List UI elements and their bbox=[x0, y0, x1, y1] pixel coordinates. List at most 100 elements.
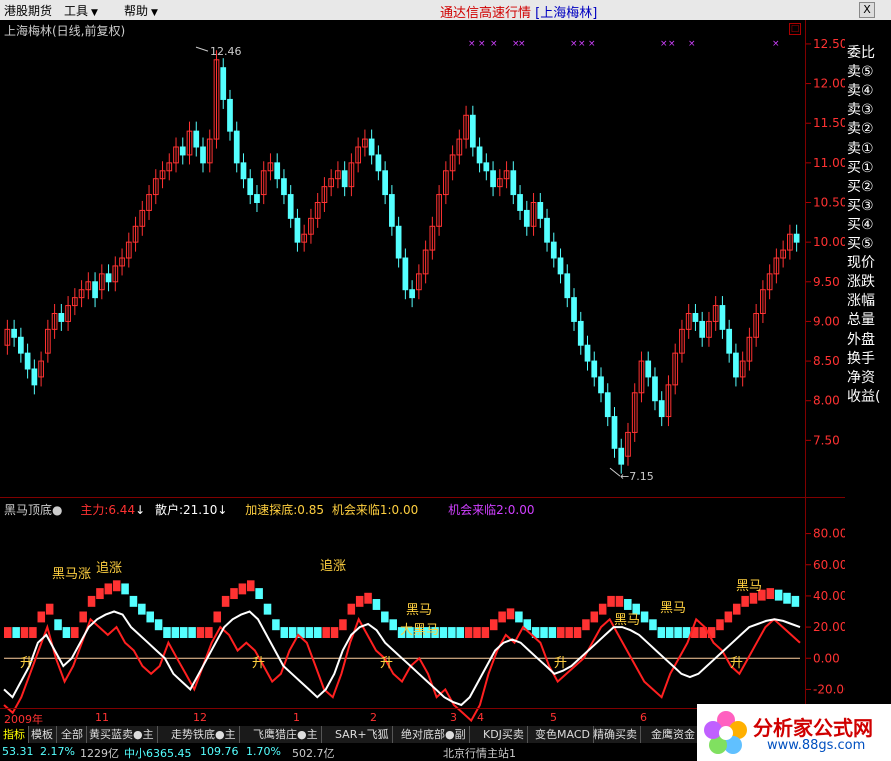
candle-body bbox=[719, 305, 726, 330]
y-tick-label: 12.00 bbox=[813, 77, 847, 91]
label-sheng: 升 bbox=[252, 656, 265, 671]
arrow-down-icon: ↓ bbox=[135, 503, 146, 517]
tab-1[interactable]: 模板 bbox=[28, 726, 57, 743]
tab-9[interactable]: 变色MACD bbox=[532, 726, 594, 743]
quote-field-11[interactable]: 现价 bbox=[847, 254, 887, 273]
tab-4[interactable]: 走势铁底●主 bbox=[168, 726, 240, 743]
jihui2-value: 机会来临2:0.00 bbox=[448, 503, 535, 517]
label-sheng: 升 bbox=[20, 656, 33, 671]
quote-field-8[interactable]: 买③ bbox=[847, 197, 887, 216]
trend-bar bbox=[71, 627, 79, 638]
candle-body bbox=[233, 130, 240, 164]
x-tick-label: 2009年 bbox=[4, 713, 43, 726]
candle-body bbox=[510, 170, 517, 196]
tab-7[interactable]: 绝对底部●副 bbox=[398, 726, 470, 743]
signal-mark: × bbox=[668, 39, 676, 49]
quote-field-12[interactable]: 涨跌 bbox=[847, 273, 887, 292]
trend-bar bbox=[515, 611, 523, 623]
sme-amount: 502.7亿 bbox=[292, 747, 335, 760]
tab-0[interactable]: 指标 bbox=[0, 726, 29, 743]
trend-bar bbox=[4, 627, 12, 638]
candle-body bbox=[200, 146, 206, 164]
quote-field-13[interactable]: 涨幅 bbox=[847, 292, 887, 311]
quote-field-5[interactable]: 卖① bbox=[847, 140, 887, 159]
candle-body bbox=[577, 320, 584, 346]
restore-button[interactable]: □ bbox=[789, 23, 801, 35]
quote-field-18[interactable]: 收益( bbox=[847, 388, 887, 407]
candle-body bbox=[645, 360, 652, 378]
candle-body bbox=[584, 344, 591, 362]
quote-field-15[interactable]: 外盘 bbox=[847, 331, 887, 350]
candle-body bbox=[564, 273, 571, 299]
tab-10[interactable]: 精确买卖 bbox=[590, 726, 641, 743]
trend-bar bbox=[724, 611, 733, 623]
quote-field-0[interactable]: 委比 bbox=[847, 44, 887, 63]
trend-bar bbox=[389, 619, 397, 631]
candle-body bbox=[523, 209, 530, 227]
tab-2[interactable]: 全部 bbox=[58, 726, 87, 743]
trend-bar bbox=[355, 595, 364, 607]
candle-body bbox=[18, 336, 24, 354]
indicator-chart: -20.000.0020.0040.0060.0080.00黑马涨 追涨 追涨黑马大… bbox=[3, 527, 852, 723]
trend-bar bbox=[79, 611, 87, 623]
quote-field-9[interactable]: 买④ bbox=[847, 216, 887, 235]
candle-body bbox=[483, 162, 490, 172]
indicator-name[interactable]: 黑马顶底● bbox=[4, 503, 62, 517]
trend-bar bbox=[339, 619, 347, 631]
trend-bar bbox=[364, 592, 372, 604]
trend-bar bbox=[263, 603, 272, 615]
quote-field-1[interactable]: 卖⑤ bbox=[847, 63, 887, 82]
trend-bar bbox=[146, 611, 154, 623]
quote-field-2[interactable]: 卖④ bbox=[847, 82, 887, 101]
candle-body bbox=[287, 194, 294, 219]
x-tick-label: 3 bbox=[450, 711, 457, 724]
tab-5[interactable]: 飞鹰猎庄●主 bbox=[250, 726, 322, 743]
trend-bar bbox=[783, 592, 791, 604]
trend-bar bbox=[464, 627, 473, 638]
y-tick-label: 20.00 bbox=[813, 620, 847, 634]
trend-bar bbox=[62, 627, 71, 638]
candle-body bbox=[254, 194, 260, 203]
trend-bar bbox=[129, 595, 138, 607]
y-tick-label: 0.00 bbox=[813, 651, 840, 665]
candle-body bbox=[281, 178, 287, 196]
logo-text: 分析家公式网 bbox=[753, 716, 873, 740]
indicator-tabs: 指标 模板 全部 黄买蓝卖●主 走势铁底●主 飞鹰猎庄●主 SAR+飞狐 绝对底部●副 KDJ买… bbox=[0, 726, 700, 743]
trend-bar bbox=[473, 627, 481, 638]
candle-body bbox=[382, 170, 388, 196]
quote-field-3[interactable]: 卖③ bbox=[847, 101, 887, 120]
candle-body bbox=[24, 352, 31, 370]
quote-field-17[interactable]: 净资 bbox=[847, 369, 887, 388]
label-dahema: 大黑马 bbox=[400, 623, 439, 638]
x-tick-label: 12 bbox=[193, 711, 207, 724]
candle-body bbox=[341, 170, 348, 188]
trend-bar bbox=[154, 619, 163, 631]
signal-mark: × bbox=[660, 39, 668, 49]
trend-bar bbox=[54, 619, 62, 631]
quote-field-14[interactable]: 总量 bbox=[847, 311, 887, 330]
trend-bar bbox=[573, 627, 582, 638]
trend-bar bbox=[213, 611, 222, 623]
tab-3[interactable]: 黄买蓝卖●主 bbox=[86, 726, 158, 743]
label-heima: 黑马 bbox=[736, 579, 762, 594]
quote-field-6[interactable]: 买① bbox=[847, 159, 887, 178]
quote-field-7[interactable]: 买② bbox=[847, 178, 887, 197]
quote-field-10[interactable]: 买⑤ bbox=[847, 235, 887, 254]
panel-divider bbox=[0, 497, 845, 498]
label-zhuizhang: 追涨 bbox=[320, 558, 346, 574]
tab-8[interactable]: KDJ买卖 bbox=[480, 726, 528, 743]
trend-bar bbox=[548, 627, 557, 638]
trend-bar bbox=[590, 611, 599, 623]
tab-11[interactable]: 金鹰资金 bbox=[648, 726, 699, 743]
trend-bar bbox=[456, 627, 465, 638]
trend-bar bbox=[246, 580, 255, 592]
sme-change-pct: 1.70% bbox=[246, 745, 281, 758]
trend-bar bbox=[96, 588, 104, 600]
quote-field-16[interactable]: 换手 bbox=[847, 350, 887, 369]
server-name: 北京行情主站1 bbox=[443, 747, 516, 760]
quote-field-4[interactable]: 卖② bbox=[847, 120, 887, 139]
x-tick-label: 6 bbox=[640, 711, 647, 724]
tab-6[interactable]: SAR+飞狐 bbox=[332, 726, 393, 743]
trend-bar bbox=[221, 595, 230, 607]
trend-bar bbox=[112, 580, 121, 592]
